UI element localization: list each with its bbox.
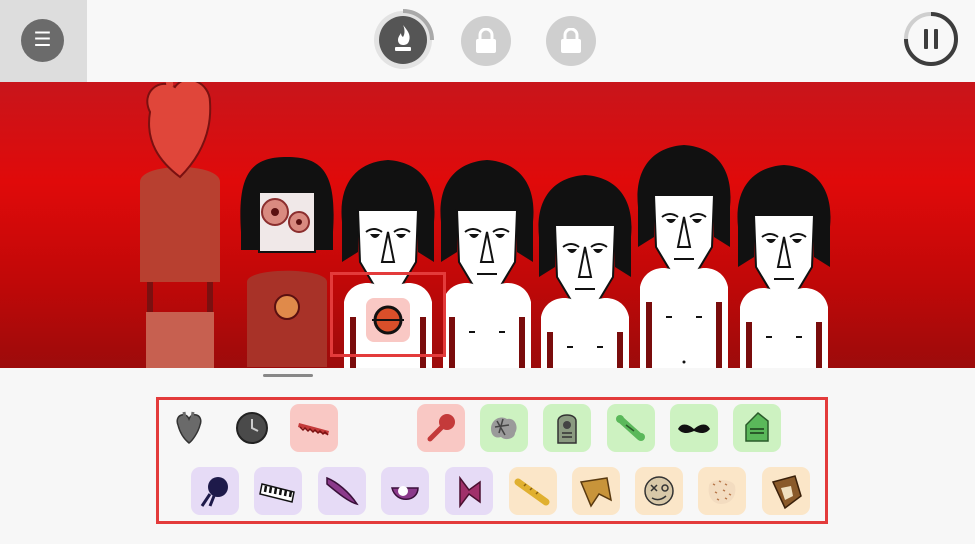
sound-hat[interactable] — [572, 467, 620, 515]
sound-clock[interactable] — [228, 404, 276, 452]
mustache-icon — [678, 424, 710, 433]
locked-bonus-button-1[interactable] — [461, 16, 511, 66]
sponge-icon — [708, 480, 736, 504]
sound-claw[interactable] — [318, 467, 366, 515]
hamburger-icon: ☰ — [33, 29, 52, 51]
tombstone-icon — [557, 414, 577, 444]
sound-comet[interactable] — [191, 467, 239, 515]
helmet-icon — [745, 411, 769, 442]
top-bar: ☰ — [0, 0, 975, 82]
bowtie-icon — [459, 475, 481, 509]
sound-microphone[interactable] — [417, 404, 465, 452]
claw-icon — [326, 476, 359, 506]
keyboard-icon — [259, 483, 295, 503]
menu-button[interactable]: ☰ — [21, 19, 64, 62]
sound-palette — [156, 397, 828, 524]
sound-skull-box[interactable] — [762, 467, 810, 515]
sound-sponge[interactable] — [698, 467, 746, 515]
baguette-icon — [514, 478, 550, 506]
sound-bowtie[interactable] — [445, 467, 493, 515]
lock-icon — [561, 28, 581, 53]
lock-icon — [476, 28, 496, 53]
anatomical-heart-icon — [176, 411, 202, 444]
performer-4 — [439, 159, 535, 368]
selected-performer-highlight — [330, 272, 446, 357]
performer-6 — [636, 144, 732, 368]
comet-icon — [200, 477, 228, 507]
dizzy-face-icon — [644, 476, 674, 506]
clock-icon — [236, 412, 268, 444]
hat-icon — [579, 477, 613, 508]
sound-heart[interactable] — [165, 404, 213, 452]
microphone-icon — [427, 414, 455, 442]
bonus-flame-button[interactable] — [372, 9, 434, 71]
sound-eye[interactable] — [381, 467, 429, 515]
bone-icon — [616, 415, 645, 441]
sound-saw[interactable] — [290, 404, 338, 452]
sound-helmet[interactable] — [733, 404, 781, 452]
saw-icon — [298, 423, 329, 436]
drawer-handle[interactable] — [263, 374, 313, 377]
sound-brain[interactable] — [480, 404, 528, 452]
sound-empty-slot[interactable] — [354, 404, 402, 452]
menu-tile: ☰ — [0, 0, 87, 82]
skull-box-icon — [771, 475, 802, 510]
performer-5 — [537, 174, 633, 368]
pause-icon — [924, 29, 938, 49]
sound-tombstone[interactable] — [543, 404, 591, 452]
performer-7 — [736, 164, 832, 368]
stage — [0, 82, 975, 368]
sound-dizzy-face[interactable] — [635, 467, 683, 515]
sound-baguette[interactable] — [509, 467, 557, 515]
pause-button[interactable] — [903, 11, 959, 67]
brain-icon — [491, 417, 517, 440]
sound-keyboard[interactable] — [254, 467, 302, 515]
eye-icon — [391, 486, 419, 500]
sound-mustache[interactable] — [670, 404, 718, 452]
performers-layer — [140, 82, 832, 368]
locked-bonus-button-2[interactable] — [546, 16, 596, 66]
sound-bone[interactable] — [607, 404, 655, 452]
performer-1 — [140, 82, 220, 368]
performer-2 — [240, 157, 334, 367]
